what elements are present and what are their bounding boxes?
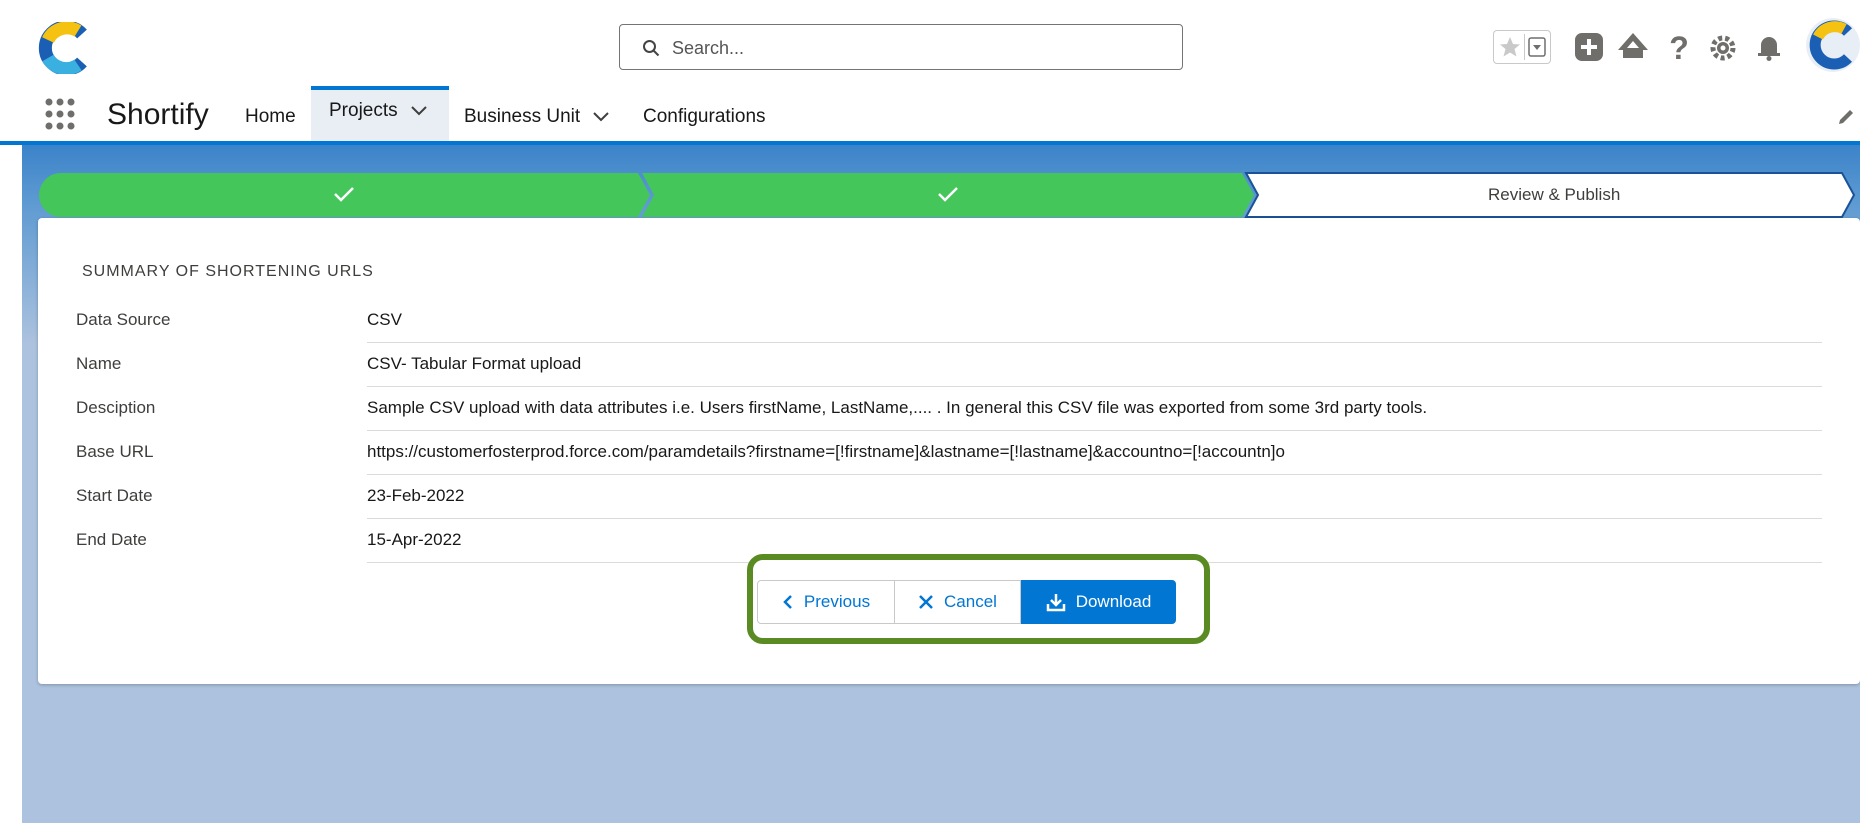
favorites-menu[interactable]: [1524, 34, 1549, 60]
field-label: Base URL: [76, 442, 154, 461]
favorites-button[interactable]: [1493, 30, 1551, 64]
field-value: Sample CSV upload with data attributes i…: [367, 398, 1428, 417]
search-input[interactable]: [670, 33, 1154, 63]
cancel-button-label: Cancel: [944, 592, 997, 611]
help-icon[interactable]: ?: [1662, 30, 1696, 64]
setup-gear-icon[interactable]: [1706, 30, 1740, 64]
notifications-bell-icon[interactable]: [1752, 30, 1786, 64]
chevron-left-icon: [783, 595, 792, 609]
app-logo[interactable]: [38, 22, 90, 74]
close-icon: [919, 595, 933, 609]
download-button[interactable]: Download: [1021, 580, 1176, 624]
nav-item-label: Business Unit: [464, 106, 581, 127]
cancel-button[interactable]: Cancel: [894, 580, 1021, 624]
global-search[interactable]: [619, 24, 1183, 70]
summary-row-description: Desciption Sample CSV upload with data a…: [76, 386, 1822, 431]
summary-title: SUMMARY OF SHORTENING URLS: [82, 263, 374, 280]
download-button-label: Download: [1075, 592, 1152, 611]
previous-button[interactable]: Previous: [757, 580, 895, 624]
global-header: ? Shortify Home Projects Business Unit: [0, 0, 1860, 145]
summary-row-data-source: Data Source CSV: [76, 298, 1822, 343]
nav-item-business-unit[interactable]: Business Unit: [464, 94, 610, 144]
nav-item-configurations[interactable]: Configurations: [643, 94, 766, 144]
nav-item-home[interactable]: Home: [245, 94, 296, 144]
field-value: CSV- Tabular Format upload: [367, 354, 582, 373]
nav-item-label: Home: [245, 106, 296, 127]
field-label: Data Source: [76, 310, 171, 329]
field-label: Desciption: [76, 398, 156, 417]
summary-row-base-url: Base URL https://customerfosterprod.forc…: [76, 430, 1822, 475]
app-name: Shortify: [107, 98, 209, 131]
step-complete-check-icon: [334, 187, 354, 202]
nav-item-projects[interactable]: Projects: [311, 86, 449, 142]
step-complete-check-icon: [938, 187, 958, 202]
left-margin: [0, 145, 22, 823]
chevron-down-icon[interactable]: [411, 106, 427, 116]
chevron-down-icon[interactable]: [593, 112, 610, 122]
previous-button-label: Previous: [803, 592, 871, 611]
field-value: 15-Apr-2022: [367, 530, 462, 549]
svg-text:?: ?: [1669, 30, 1689, 64]
summary-row-start-date: Start Date 23-Feb-2022: [76, 474, 1822, 519]
summary-row-name: Name CSV- Tabular Format upload: [76, 342, 1822, 387]
path-step-3-label: Review & Publish: [1488, 185, 1621, 204]
nav-item-label: Configurations: [643, 106, 766, 127]
download-icon: [1046, 594, 1065, 612]
add-icon[interactable]: [1572, 30, 1606, 64]
search-icon: [643, 40, 660, 57]
field-label: Start Date: [76, 486, 153, 505]
field-label: Name: [76, 354, 122, 373]
app-launcher-icon[interactable]: [44, 96, 76, 132]
field-value: 23-Feb-2022: [367, 486, 465, 505]
nav-item-label: Projects: [329, 100, 398, 121]
field-value: CSV: [367, 310, 402, 329]
field-label: End Date: [76, 530, 147, 549]
chevron-down-icon: [1528, 37, 1546, 57]
edit-nav-pencil-icon[interactable]: [1836, 107, 1856, 127]
star-icon[interactable]: [1497, 34, 1523, 60]
trailhead-icon[interactable]: [1616, 30, 1650, 64]
user-avatar[interactable]: [1806, 18, 1860, 72]
field-value: https://customerfosterprod.force.com/par…: [367, 442, 1285, 461]
